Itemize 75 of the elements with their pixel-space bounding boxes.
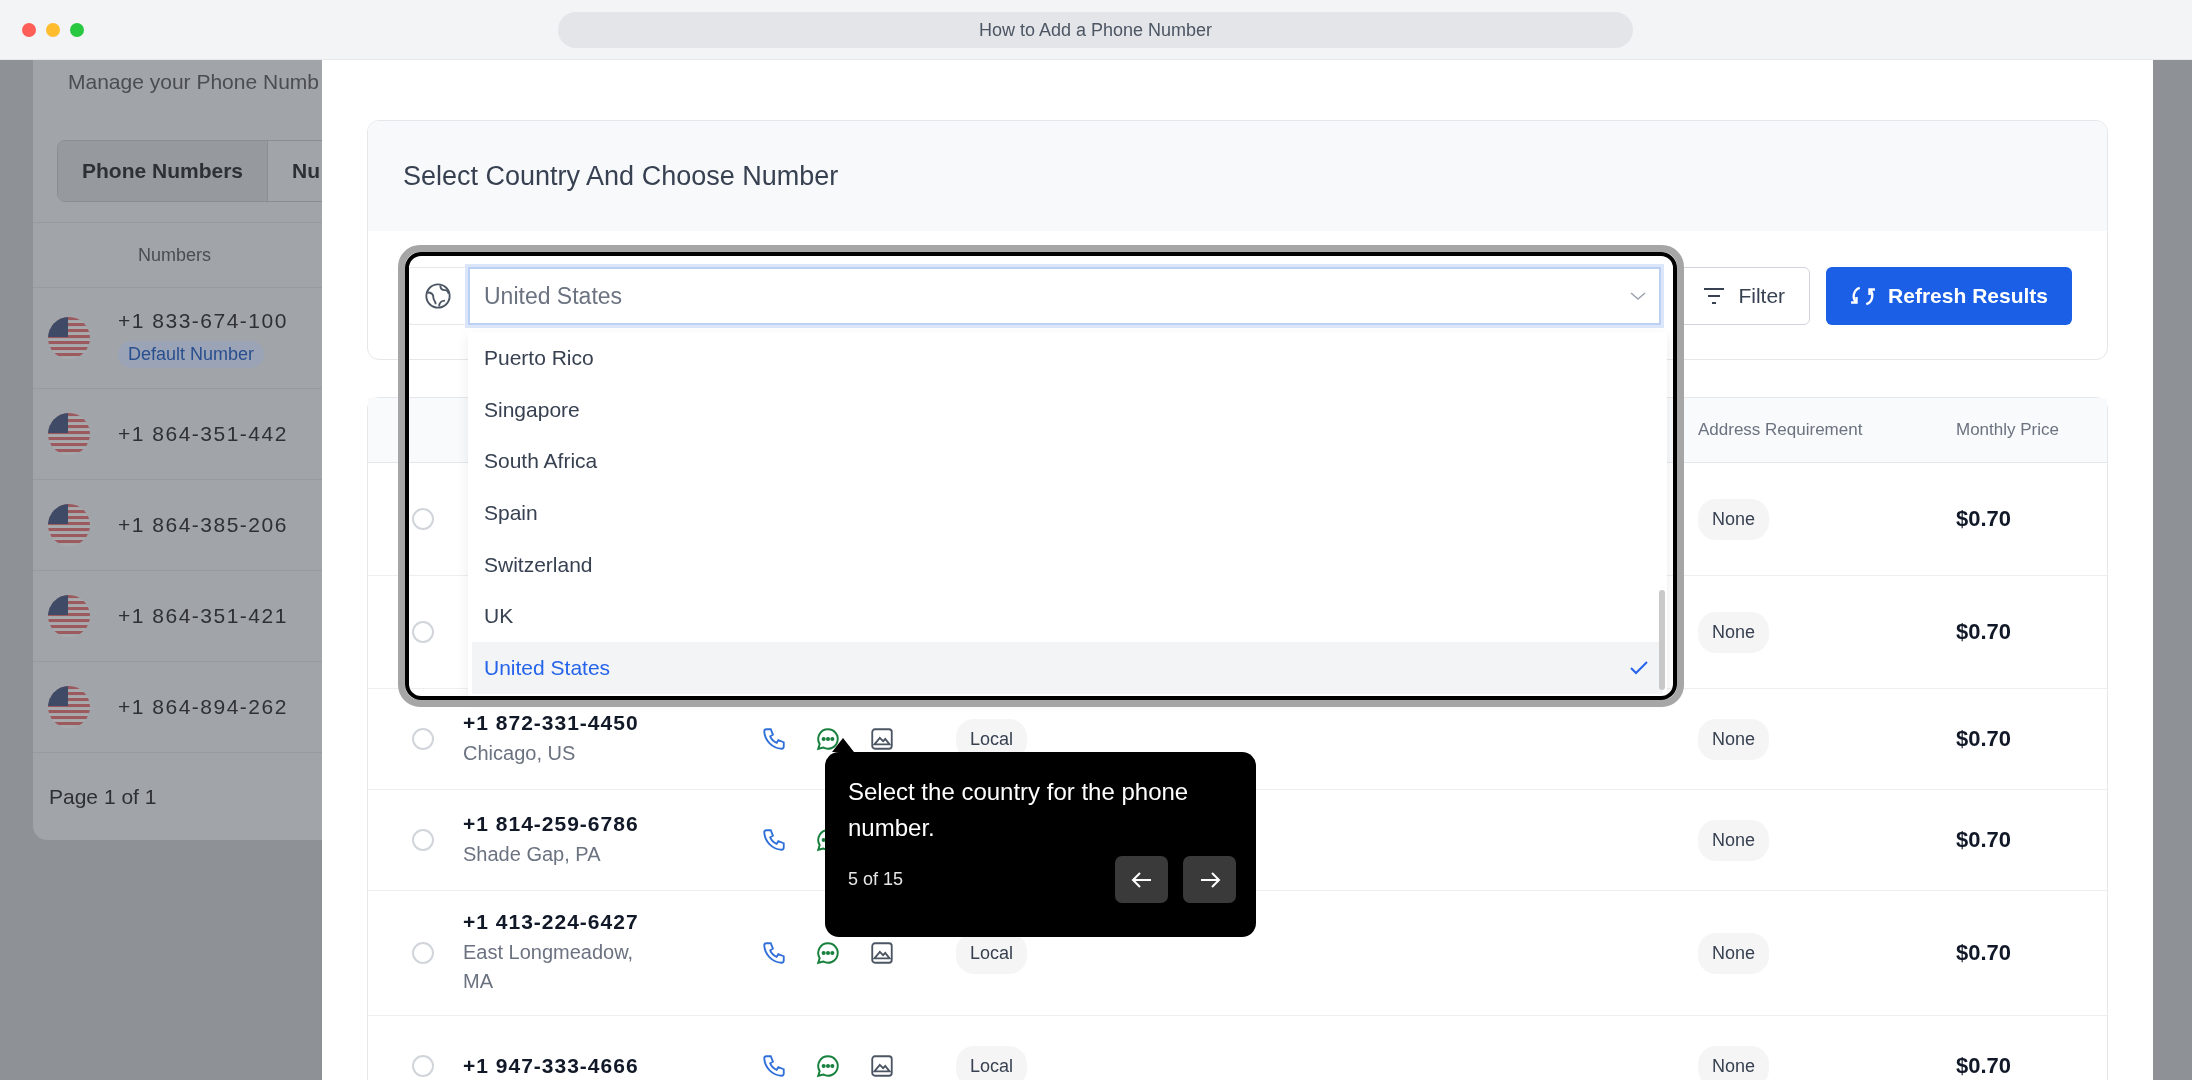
location-text: Chicago, US bbox=[463, 740, 577, 766]
refresh-button[interactable]: Refresh Results bbox=[1826, 267, 2072, 325]
dropdown-option[interactable]: UK bbox=[472, 590, 1663, 643]
step-counter: 5 of 15 bbox=[848, 869, 904, 890]
flag-icon bbox=[48, 504, 90, 546]
arrow-left-icon bbox=[1130, 870, 1153, 889]
phone-number: +1 864-894-262 bbox=[118, 695, 288, 719]
dropdown-option[interactable]: Spain bbox=[472, 487, 1663, 539]
address-tag: None bbox=[1698, 932, 1770, 974]
phone-number: +1 864-351-442 bbox=[118, 422, 288, 446]
price-text: $0.70 bbox=[1956, 827, 2013, 853]
address-tag: None bbox=[1698, 718, 1770, 760]
image-icon[interactable] bbox=[869, 940, 895, 966]
radio-button[interactable] bbox=[412, 508, 434, 530]
price-text: $0.70 bbox=[1956, 940, 2013, 966]
phone-number: +1 814-259-6786 bbox=[463, 811, 640, 836]
address-tag: None bbox=[1698, 611, 1770, 653]
phone-number: +1 833-674-100 bbox=[118, 308, 288, 333]
image-icon[interactable] bbox=[869, 726, 895, 752]
phone-icon[interactable] bbox=[761, 940, 787, 966]
price-text: $0.70 bbox=[1956, 506, 2013, 532]
type-tag: Local bbox=[956, 1045, 1028, 1080]
globe-icon bbox=[423, 282, 452, 310]
next-button[interactable] bbox=[1183, 856, 1236, 903]
radio-button[interactable] bbox=[412, 829, 434, 851]
address-tag: None bbox=[1698, 819, 1770, 861]
dropdown-option[interactable]: Singapore bbox=[472, 383, 1663, 436]
address-tag: None bbox=[1698, 498, 1770, 540]
dropdown-option[interactable]: South Africa bbox=[472, 435, 1663, 488]
chat-icon[interactable] bbox=[815, 726, 841, 752]
phone-icon[interactable] bbox=[761, 1053, 787, 1079]
phone-number: +1 872-331-4450 bbox=[463, 710, 640, 735]
default-badge: Default Number bbox=[118, 340, 265, 368]
price-text: $0.70 bbox=[1956, 726, 2013, 752]
phone-number: +1 864-385-206 bbox=[118, 513, 288, 537]
section-title: Select Country And Choose Number bbox=[403, 160, 839, 192]
country-select[interactable]: United States bbox=[468, 267, 1662, 325]
image-icon[interactable] bbox=[869, 1053, 895, 1079]
radio-button[interactable] bbox=[412, 1055, 434, 1077]
filter-icon bbox=[1702, 286, 1727, 306]
scrollbar-thumb[interactable] bbox=[1659, 590, 1665, 690]
location-text: Shade Gap, PA bbox=[463, 841, 602, 867]
flag-icon bbox=[48, 413, 90, 455]
flag-icon bbox=[48, 595, 90, 637]
phone-number: +1 413-224-6427 bbox=[463, 910, 640, 934]
location-text: East Longmeadow, MA bbox=[463, 940, 635, 994]
previous-button[interactable] bbox=[1115, 856, 1168, 903]
arrow-right-icon bbox=[1198, 870, 1221, 889]
dropdown-option[interactable]: United States bbox=[472, 642, 1663, 694]
check-icon bbox=[1629, 660, 1649, 677]
phone-number: +1 864-351-421 bbox=[118, 604, 288, 628]
phone-number: +1 947-333-4666 bbox=[463, 1054, 640, 1078]
tab[interactable]: Phone Numbers bbox=[58, 141, 269, 201]
dropdown-option[interactable]: Switzerland bbox=[472, 538, 1663, 591]
flag-icon bbox=[48, 686, 90, 728]
phone-icon[interactable] bbox=[761, 726, 787, 752]
window-title: How to Add a Phone Number bbox=[558, 12, 1633, 48]
caret-icon bbox=[1629, 290, 1648, 302]
flag-icon bbox=[48, 317, 90, 359]
radio-button[interactable] bbox=[412, 621, 434, 643]
phone-icon[interactable] bbox=[761, 827, 787, 853]
radio-button[interactable] bbox=[412, 728, 434, 750]
tooltip-text: Select the country for the phone number. bbox=[848, 777, 1190, 843]
price-text: $0.70 bbox=[1956, 1053, 2013, 1079]
column-header: Monthly Price bbox=[1956, 420, 2060, 440]
tab[interactable]: Nu bbox=[268, 141, 345, 201]
dropdown-option[interactable]: Puerto Rico bbox=[472, 331, 1663, 384]
pagination-text: Page 1 of 1 bbox=[48, 784, 158, 809]
column-header: Numbers bbox=[138, 244, 212, 266]
column-header: Address Requirement bbox=[1698, 420, 1864, 440]
page-subtitle: Manage your Phone Numb bbox=[67, 69, 320, 95]
window-control[interactable] bbox=[22, 22, 36, 37]
address-tag: None bbox=[1698, 1045, 1770, 1080]
price-text: $0.70 bbox=[1956, 619, 2013, 645]
radio-button[interactable] bbox=[412, 942, 434, 964]
